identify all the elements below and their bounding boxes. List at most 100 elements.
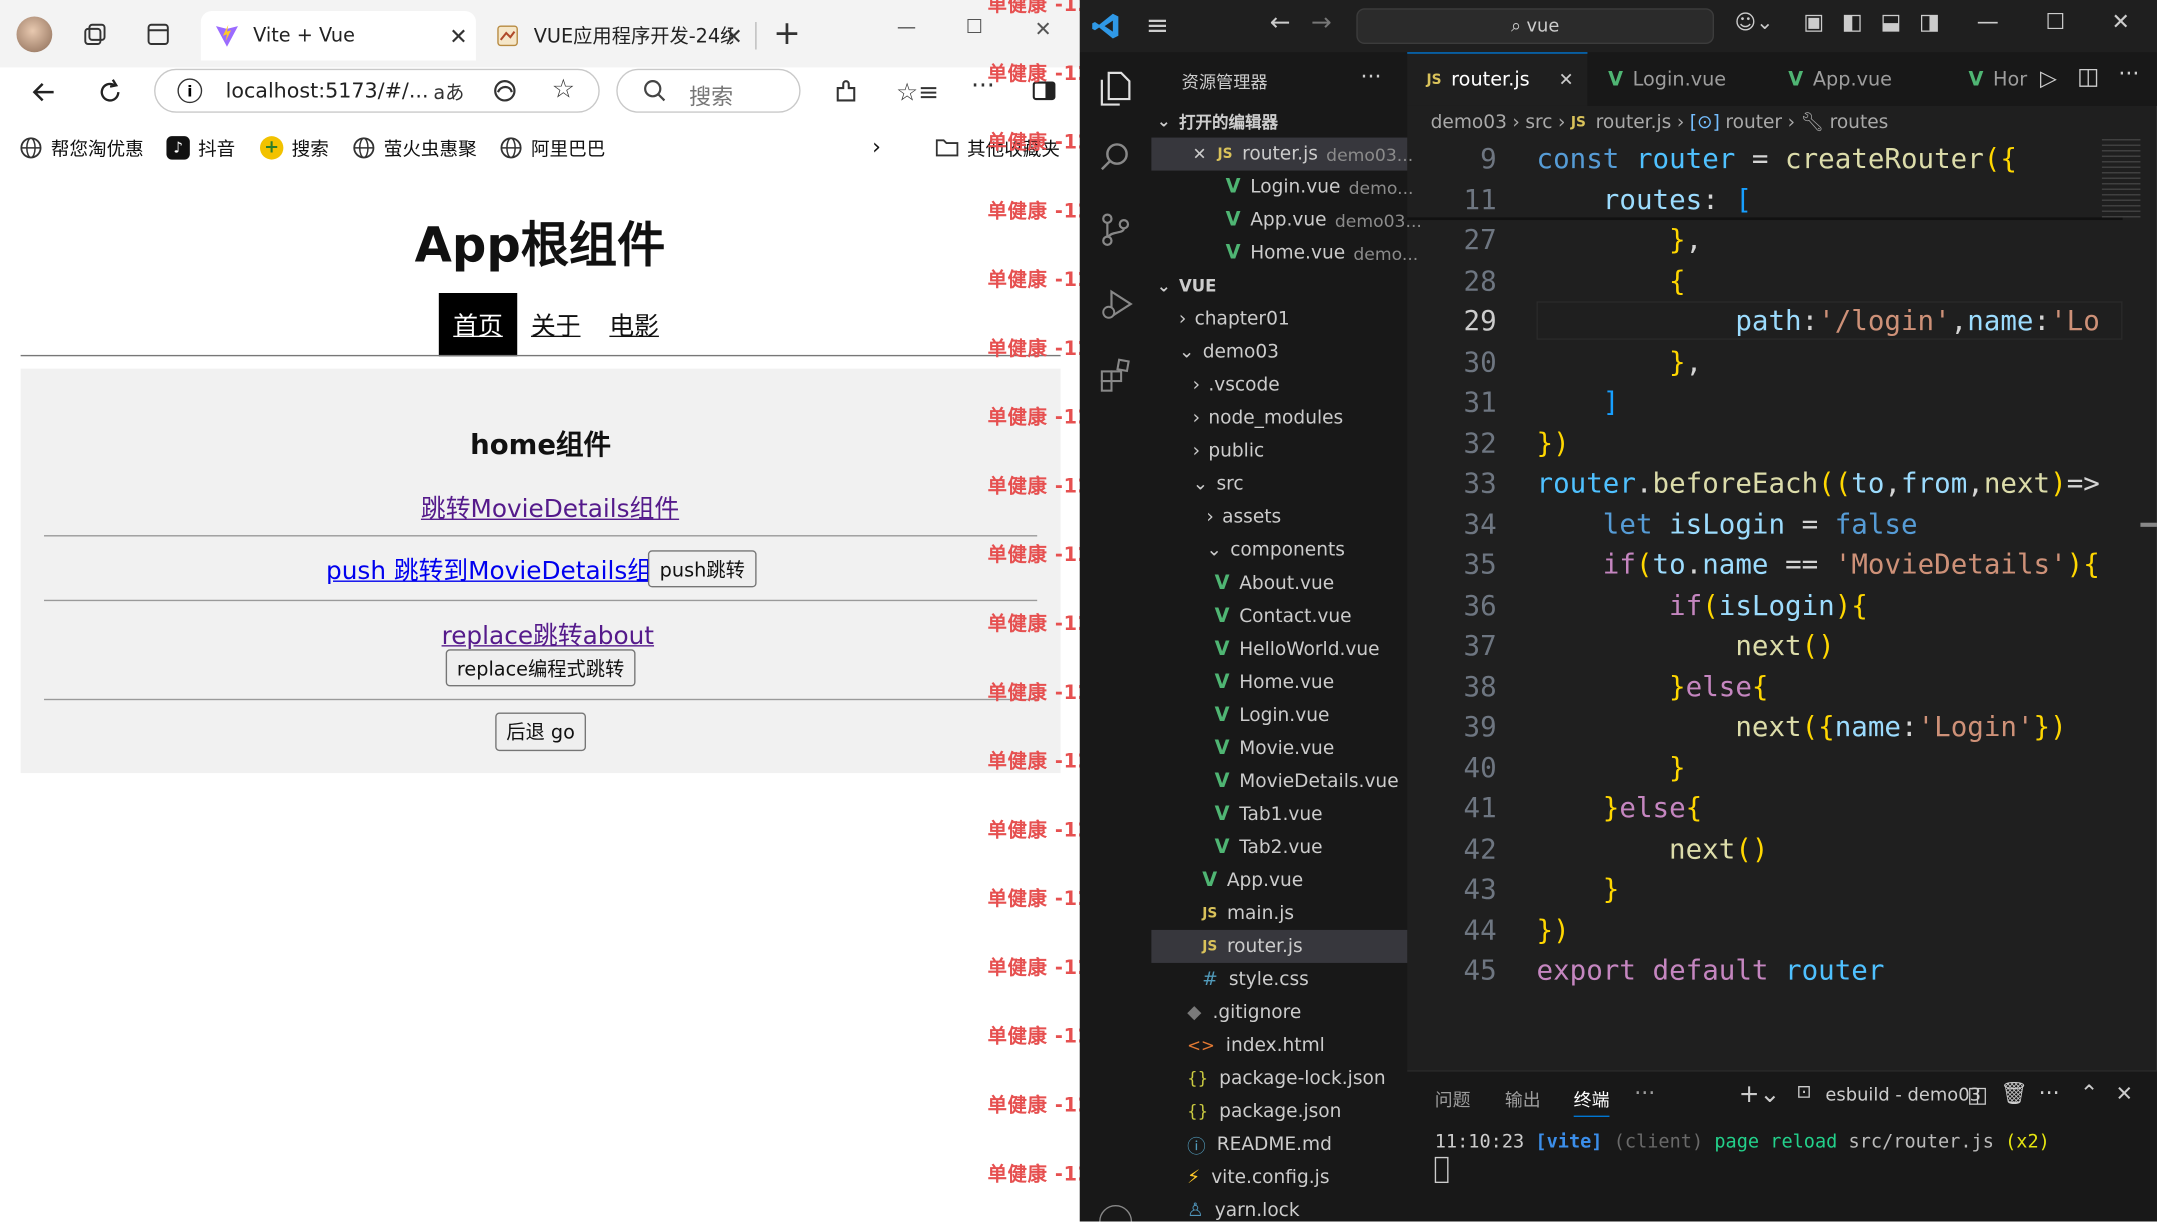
panel-tab-terminal[interactable]: 终端 (1573, 1085, 1610, 1117)
code-line[interactable]: { (1537, 263, 1686, 296)
panel-more-icon[interactable]: ··· (1634, 1080, 1655, 1106)
close-tab-icon[interactable]: ✕ (724, 23, 742, 49)
tree-item[interactable]: V About.vue (1215, 567, 1335, 600)
terminal-name[interactable]: esbuild - demo03 (1825, 1085, 1981, 1106)
search-icon[interactable] (1099, 140, 1132, 173)
trash-icon[interactable]: 🗑︎ (2000, 1080, 2028, 1106)
code-line[interactable]: }, (1537, 345, 1702, 378)
accounts-icon[interactable] (1099, 1205, 1133, 1222)
tree-item[interactable]: V App.vue (1202, 864, 1303, 897)
code-line[interactable]: next({name:'Login'}) (1537, 710, 2066, 743)
close-tab-icon[interactable]: ✕ (449, 23, 467, 49)
code-line[interactable]: ] (1537, 385, 1620, 418)
close-panel-icon[interactable]: ✕ (2116, 1081, 2133, 1106)
info-icon[interactable]: i (177, 78, 203, 104)
tree-item[interactable]: › .vscode (1193, 369, 1280, 402)
profile-avatar[interactable] (16, 16, 53, 53)
back-go-button[interactable]: 后退 go (495, 712, 587, 752)
tree-item[interactable]: ⚡ vite.config.js (1187, 1161, 1329, 1194)
code-line[interactable]: }else{ (1537, 791, 1702, 824)
tree-item[interactable]: V Login.vue (1215, 699, 1330, 732)
code-line[interactable]: let isLogin = false (1537, 507, 1918, 540)
breadcrumb-item[interactable]: routes (1830, 111, 1889, 133)
tree-item[interactable]: › chapter01 (1179, 303, 1290, 336)
minimap-slider[interactable] (2140, 522, 2157, 527)
tree-item[interactable]: ◆ .gitignore (1187, 996, 1301, 1029)
minimize-button[interactable]: — (1977, 8, 1999, 34)
code-line[interactable]: router.beforeEach((to,from,next)=> (1537, 466, 2100, 499)
back-icon[interactable] (28, 76, 61, 109)
bookmark-yinghuochong[interactable]: 萤火虫惠聚 (352, 133, 477, 161)
new-terminal-icon[interactable]: +⌄ (1739, 1080, 1781, 1109)
tree-item[interactable]: ♙ yarn.lock (1187, 1194, 1300, 1222)
tree-item[interactable]: JS main.js (1202, 897, 1294, 930)
tree-item[interactable]: {} package-lock.json (1187, 1062, 1385, 1095)
more-icon[interactable]: ··· (2118, 61, 2139, 87)
tree-item[interactable]: ⌄ src (1193, 468, 1244, 501)
close-icon[interactable]: ✕ (1193, 144, 1207, 163)
code-line[interactable]: }) (1537, 426, 1570, 459)
read-aloud-icon[interactable]: aあ (433, 78, 464, 106)
bookmark-alibaba[interactable]: 阿里巴巴 (499, 133, 605, 161)
favorites-icon[interactable]: ☆≡ (896, 77, 939, 107)
tree-item[interactable]: JS router.js (1202, 930, 1302, 963)
editor-tab-router-js[interactable]: JS router.js ✕ (1407, 52, 1588, 106)
close-icon[interactable]: ✕ (1559, 69, 1574, 90)
replace-button[interactable]: replace编程式跳转 (445, 649, 636, 687)
nav-forward-icon[interactable]: → (1311, 8, 1332, 37)
code-line[interactable]: }) (1537, 913, 1570, 946)
bookmark-search[interactable]: + 搜索 (259, 133, 329, 161)
tree-item[interactable]: V Tab2.vue (1215, 831, 1323, 864)
editor-tab-login-vue[interactable]: V Login.vue (1589, 52, 1768, 106)
split-editor-icon[interactable]: ◫ (2077, 63, 2099, 91)
refresh-icon[interactable] (94, 76, 127, 109)
tree-item[interactable]: › public (1193, 435, 1265, 468)
close-window-button[interactable]: ✕ (2112, 8, 2130, 34)
extensions-icon[interactable] (1099, 358, 1135, 394)
run-icon[interactable]: ▷ (2040, 65, 2057, 91)
tree-item[interactable]: ⌄ components (1206, 534, 1345, 567)
minimize-button[interactable]: — (897, 17, 916, 39)
tree-item[interactable]: V Home.vue (1215, 666, 1334, 699)
code-line[interactable]: routes: [ (1537, 182, 1752, 215)
code-line[interactable]: } (1537, 750, 1686, 783)
tree-item[interactable]: V Contact.vue (1215, 600, 1352, 633)
code-line[interactable]: }else{ (1537, 669, 1768, 702)
open-editor-item[interactable]: V Login.vue demo... (1226, 171, 1414, 204)
toggle-secondary-sidebar-icon[interactable]: ◨ (1919, 8, 1940, 34)
tree-item[interactable]: › assets (1206, 501, 1281, 534)
tab-vue-course[interactable]: VUE应用程序开发-24级 ✕ (481, 11, 751, 61)
layout-icon[interactable]: ▣ (1803, 8, 1824, 34)
source-control-icon[interactable] (1100, 212, 1130, 248)
maximize-button[interactable]: ☐ (966, 17, 983, 39)
tree-item[interactable]: # style.css (1202, 963, 1309, 996)
breadcrumb-item[interactable]: router (1725, 111, 1782, 133)
new-tab-button[interactable]: + (773, 14, 801, 53)
tree-item[interactable]: V MovieDetails.vue (1215, 765, 1399, 798)
replace-about-link[interactable]: replace跳转about (442, 616, 654, 652)
code-line[interactable]: if(isLogin){ (1537, 588, 1868, 621)
tab-vite-vue[interactable]: Vite + Vue ✕ (200, 11, 476, 61)
nav-about[interactable]: 关于 (525, 293, 586, 356)
code-line[interactable]: }, (1537, 223, 1702, 256)
copilot-icon[interactable]: ☺⌄ (1735, 10, 1774, 35)
breadcrumb-item[interactable]: src (1525, 111, 1552, 133)
code-line[interactable]: } (1537, 872, 1620, 905)
terminal-cursor[interactable] (1434, 1156, 1449, 1184)
close-window-button[interactable]: ✕ (1034, 17, 1051, 42)
push-movie-details-link[interactable]: push 跳转到MovieDetails组件 (326, 552, 677, 588)
bookmarks-more-chevron-icon[interactable]: › (872, 133, 881, 159)
editor-tab-home-vue[interactable]: V Hor (1949, 52, 2032, 106)
tree-item[interactable]: ⌄ demo03 (1179, 336, 1279, 369)
breadcrumb-item[interactable]: router.js (1596, 111, 1672, 133)
open-editor-item[interactable]: V App.vue demo03... (1226, 204, 1422, 237)
explorer-more-icon[interactable]: ··· (1360, 63, 1381, 89)
tree-item[interactable]: <> index.html (1187, 1029, 1325, 1062)
tree-item[interactable]: V HelloWorld.vue (1215, 633, 1380, 666)
nav-home[interactable]: 首页 (438, 293, 518, 357)
editor-tab-app-vue[interactable]: V App.vue (1769, 52, 1948, 106)
breadcrumb-item[interactable]: demo03 (1431, 111, 1507, 133)
open-editors-header[interactable]: ⌄ 打开的编辑器 (1157, 105, 1278, 138)
code-line[interactable]: export default router (1537, 953, 1885, 986)
code-line[interactable]: next() (1537, 832, 1768, 865)
